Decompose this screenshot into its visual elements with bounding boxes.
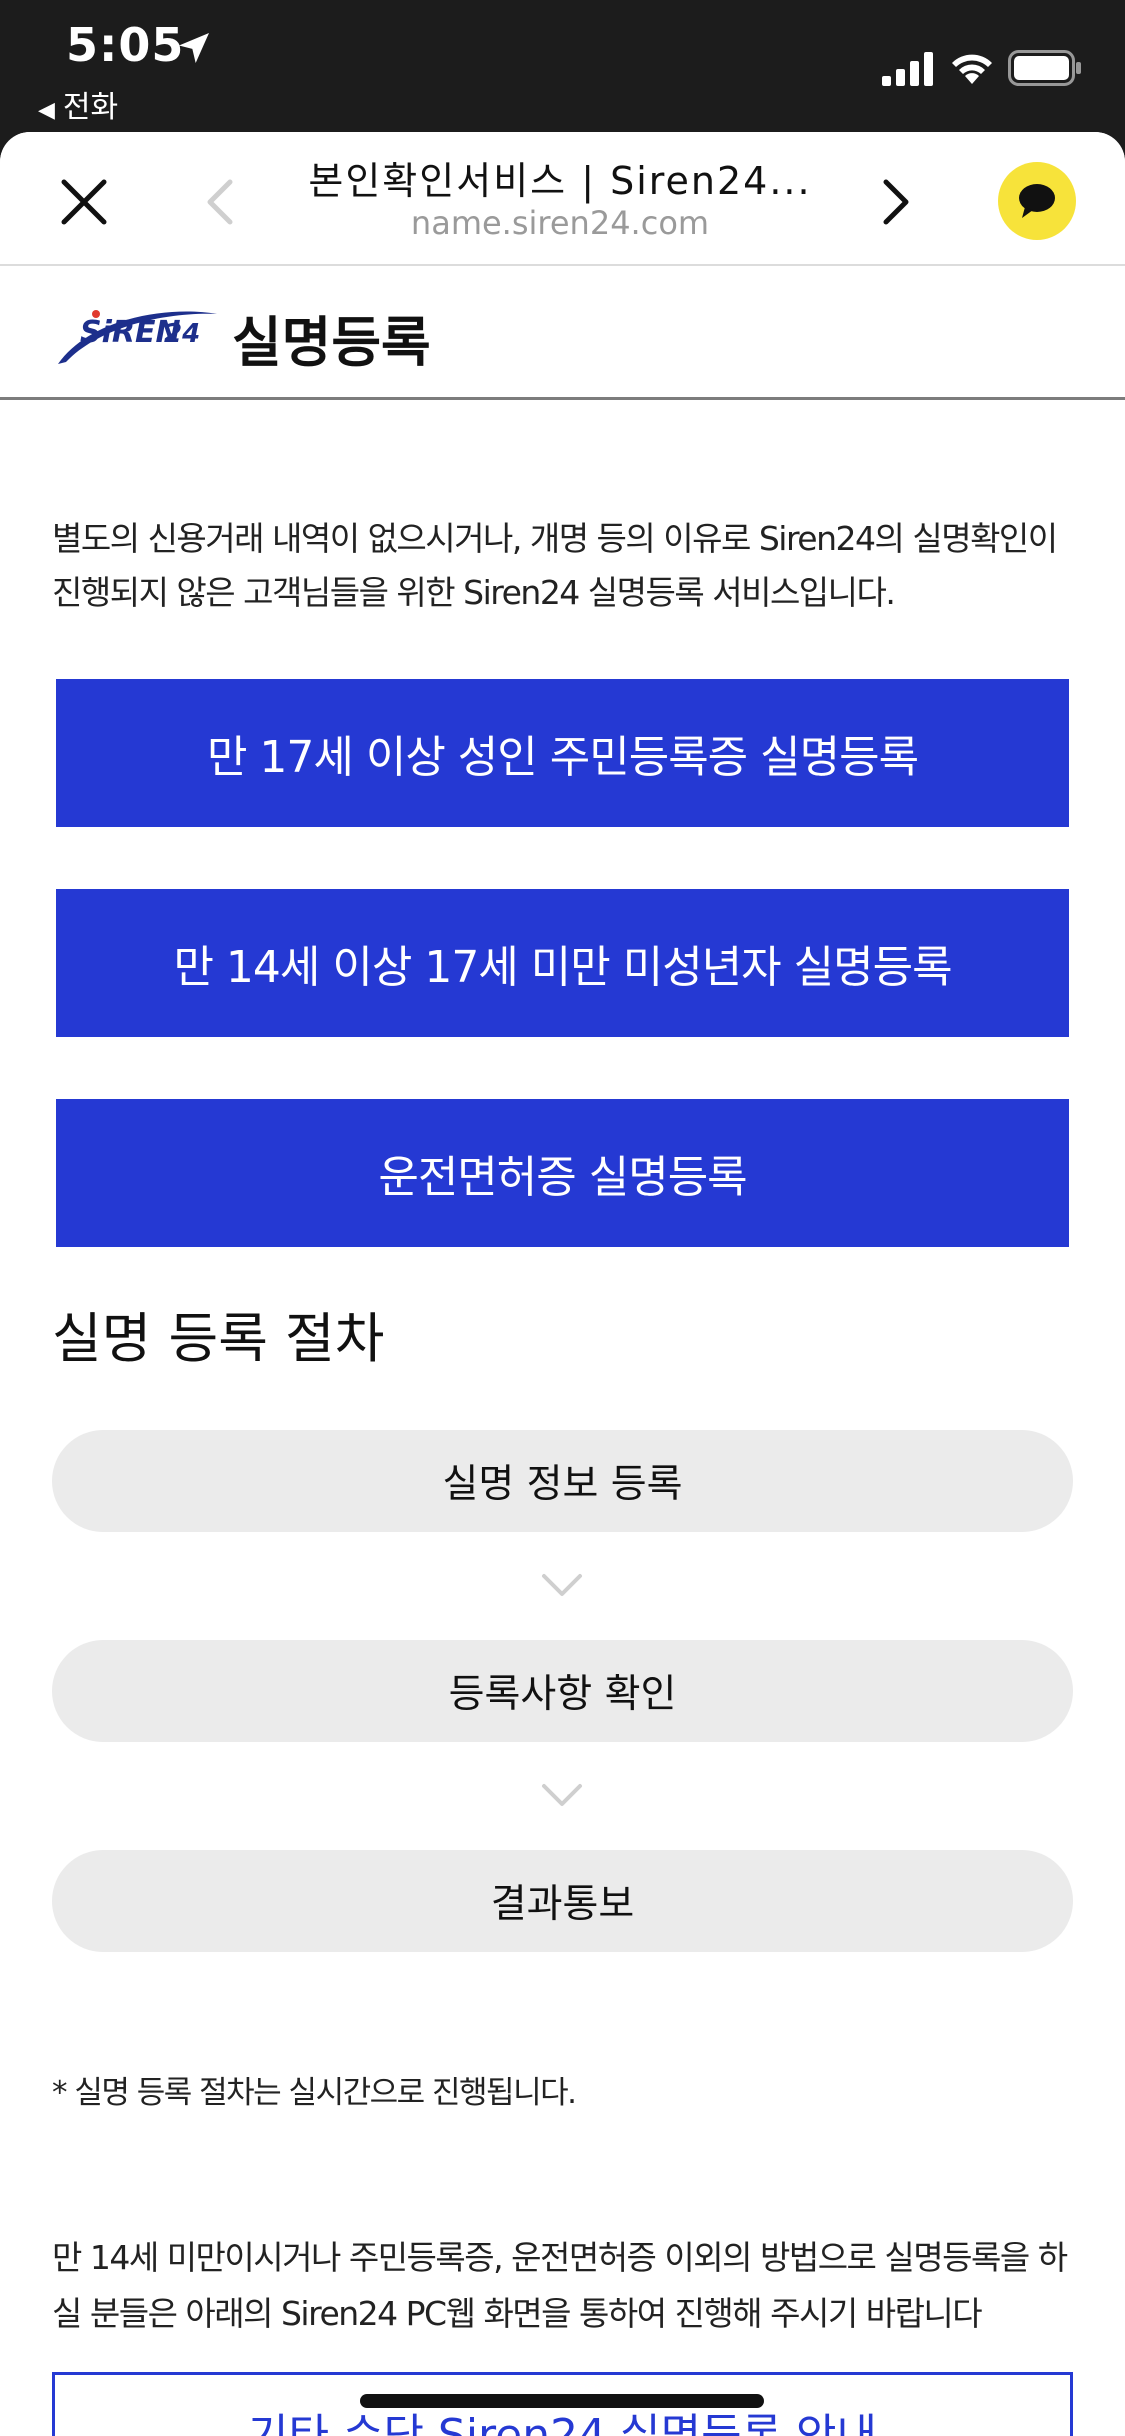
- back-triangle-icon: ◀: [38, 98, 55, 123]
- chevron-down-icon: [542, 1574, 582, 1596]
- drivers-license-register-button[interactable]: 운전면허증 실명등록: [56, 1099, 1069, 1247]
- back-app-label: 전화: [62, 90, 119, 125]
- procedure-step: 결과통보: [52, 1850, 1073, 1952]
- info-text: 만 14세 미만이시거나 주민등록증, 운전면허증 이외의 방법으로 실명등록을…: [52, 2238, 1068, 2333]
- cellular-signal-icon: [882, 52, 933, 86]
- procedure-note: * 실명 등록 절차는 실시간으로 진행됩니다.: [52, 2075, 577, 2111]
- home-indicator[interactable]: [360, 2394, 764, 2408]
- site-header: SiREN 24 실명등록: [0, 268, 1125, 400]
- adult-id-card-register-button[interactable]: 만 17세 이상 성인 주민등록증 실명등록: [56, 679, 1069, 827]
- page-title: 본인확인서비스 | Siren24...: [308, 159, 812, 203]
- page-url: name.siren24.com: [410, 204, 710, 242]
- status-bar: 5:05 ◀ 전화: [0, 0, 1125, 140]
- battery-icon: [1008, 50, 1081, 86]
- back-to-app-link[interactable]: ◀ 전화: [38, 82, 118, 126]
- procedure-step: 실명 정보 등록: [52, 1430, 1073, 1532]
- procedure-step: 등록사항 확인: [52, 1640, 1073, 1742]
- browser-sheet: 본인확인서비스 | Siren24... name.siren24.com Si…: [0, 132, 1125, 2436]
- chevron-down-icon: [542, 1784, 582, 1806]
- procedure-title: 실명 등록 절차: [52, 1307, 385, 1370]
- close-icon[interactable]: [52, 170, 116, 234]
- chat-button[interactable]: [998, 162, 1076, 240]
- location-arrow-icon: [179, 33, 209, 63]
- chat-bubble-icon: [1019, 184, 1055, 218]
- status-time: 5:05: [66, 18, 185, 72]
- wifi-icon: [952, 54, 992, 84]
- intro-text: 별도의 신용거래 내역이 없으시거나, 개명 등의 이유로 Siren24의 실…: [52, 519, 1058, 612]
- siren24-logo[interactable]: SiREN 24: [52, 296, 222, 376]
- svg-text:24: 24: [164, 319, 200, 349]
- browser-navbar: 본인확인서비스 | Siren24... name.siren24.com: [0, 132, 1125, 266]
- site-title: 실명등록: [232, 311, 431, 374]
- back-chevron-icon[interactable]: [196, 172, 246, 232]
- forward-chevron-icon[interactable]: [870, 172, 920, 232]
- minor-register-button[interactable]: 만 14세 이상 17세 미만 미성년자 실명등록: [56, 889, 1069, 1037]
